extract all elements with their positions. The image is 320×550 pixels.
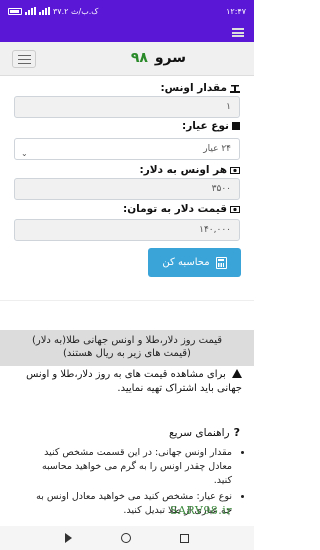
signal-icon-2 bbox=[39, 7, 50, 15]
divider bbox=[0, 300, 254, 301]
network-speed: ۳۷.۲ ک.ب/ث bbox=[53, 6, 99, 16]
money-icon bbox=[230, 205, 240, 213]
usd-label: هر اونس به دلار: bbox=[140, 164, 240, 176]
status-bar: ۳۷.۲ ک.ب/ث ۱۲:۴۷ bbox=[0, 0, 254, 22]
scale-icon bbox=[230, 84, 240, 93]
square-icon bbox=[232, 122, 240, 130]
site-header: سرو ۹۸ bbox=[0, 42, 254, 76]
back-icon[interactable] bbox=[64, 533, 72, 543]
info-line-1: قیمت روز دلار،طلا و اونس جهانی طلا(به دل… bbox=[31, 335, 223, 346]
guide-item: مقدار اونس جهانی: در این قسمت مشخص کنید … bbox=[24, 446, 232, 488]
app-screen: ۳۷.۲ ک.ب/ث ۱۲:۴۷ سرو ۹۸ مقدار اونس: ۱ نو… bbox=[0, 0, 254, 550]
ounce-label: مقدار اونس: bbox=[160, 82, 240, 94]
price-info-box: قیمت روز دلار،طلا و اونس جهانی طلا(به دل… bbox=[0, 330, 254, 366]
guide-title: ? راهنمای سریع bbox=[168, 426, 240, 439]
app-bar bbox=[0, 22, 254, 42]
toman-input[interactable]: ۱۴۰,۰۰۰ bbox=[14, 219, 240, 241]
brand-logo[interactable]: سرو ۹۸ bbox=[131, 50, 186, 66]
ounce-input[interactable]: ۱ bbox=[14, 96, 240, 118]
navbar-toggler-button[interactable] bbox=[12, 50, 36, 68]
warning-icon bbox=[232, 369, 242, 378]
brand-number: ۹۸ bbox=[130, 50, 148, 66]
system-nav-bar bbox=[0, 526, 254, 550]
signal-icon bbox=[25, 7, 36, 15]
chevron-down-icon: ⌄ bbox=[21, 149, 28, 158]
type-label: نوع عیار: bbox=[182, 120, 240, 132]
watermark: SARV98.ir bbox=[170, 504, 233, 517]
money-icon bbox=[230, 166, 240, 174]
type-select[interactable]: ۲۴ عیار ⌄ bbox=[14, 138, 240, 160]
home-icon[interactable] bbox=[120, 533, 131, 543]
calculate-button[interactable]: محاسبه کن bbox=[148, 248, 241, 277]
toman-label: قیمت دلار به تومان: bbox=[123, 203, 240, 215]
question-icon: ? bbox=[233, 426, 240, 439]
usd-input[interactable]: ۳۵۰۰ bbox=[14, 178, 240, 200]
brand-name: سرو bbox=[154, 50, 186, 66]
recents-icon[interactable] bbox=[180, 533, 190, 543]
menu-icon[interactable] bbox=[232, 28, 244, 37]
info-line-2: (قیمت های زیر به ریال هستند) bbox=[63, 348, 191, 359]
calculator-icon bbox=[215, 256, 227, 269]
status-left: ۳۷.۲ ک.ب/ث bbox=[8, 7, 98, 16]
battery-icon bbox=[8, 7, 22, 15]
status-time: ۱۲:۴۷ bbox=[226, 6, 246, 16]
subscription-warning: برای مشاهده قیمت های به روز دلار،طلا و ا… bbox=[26, 369, 242, 394]
